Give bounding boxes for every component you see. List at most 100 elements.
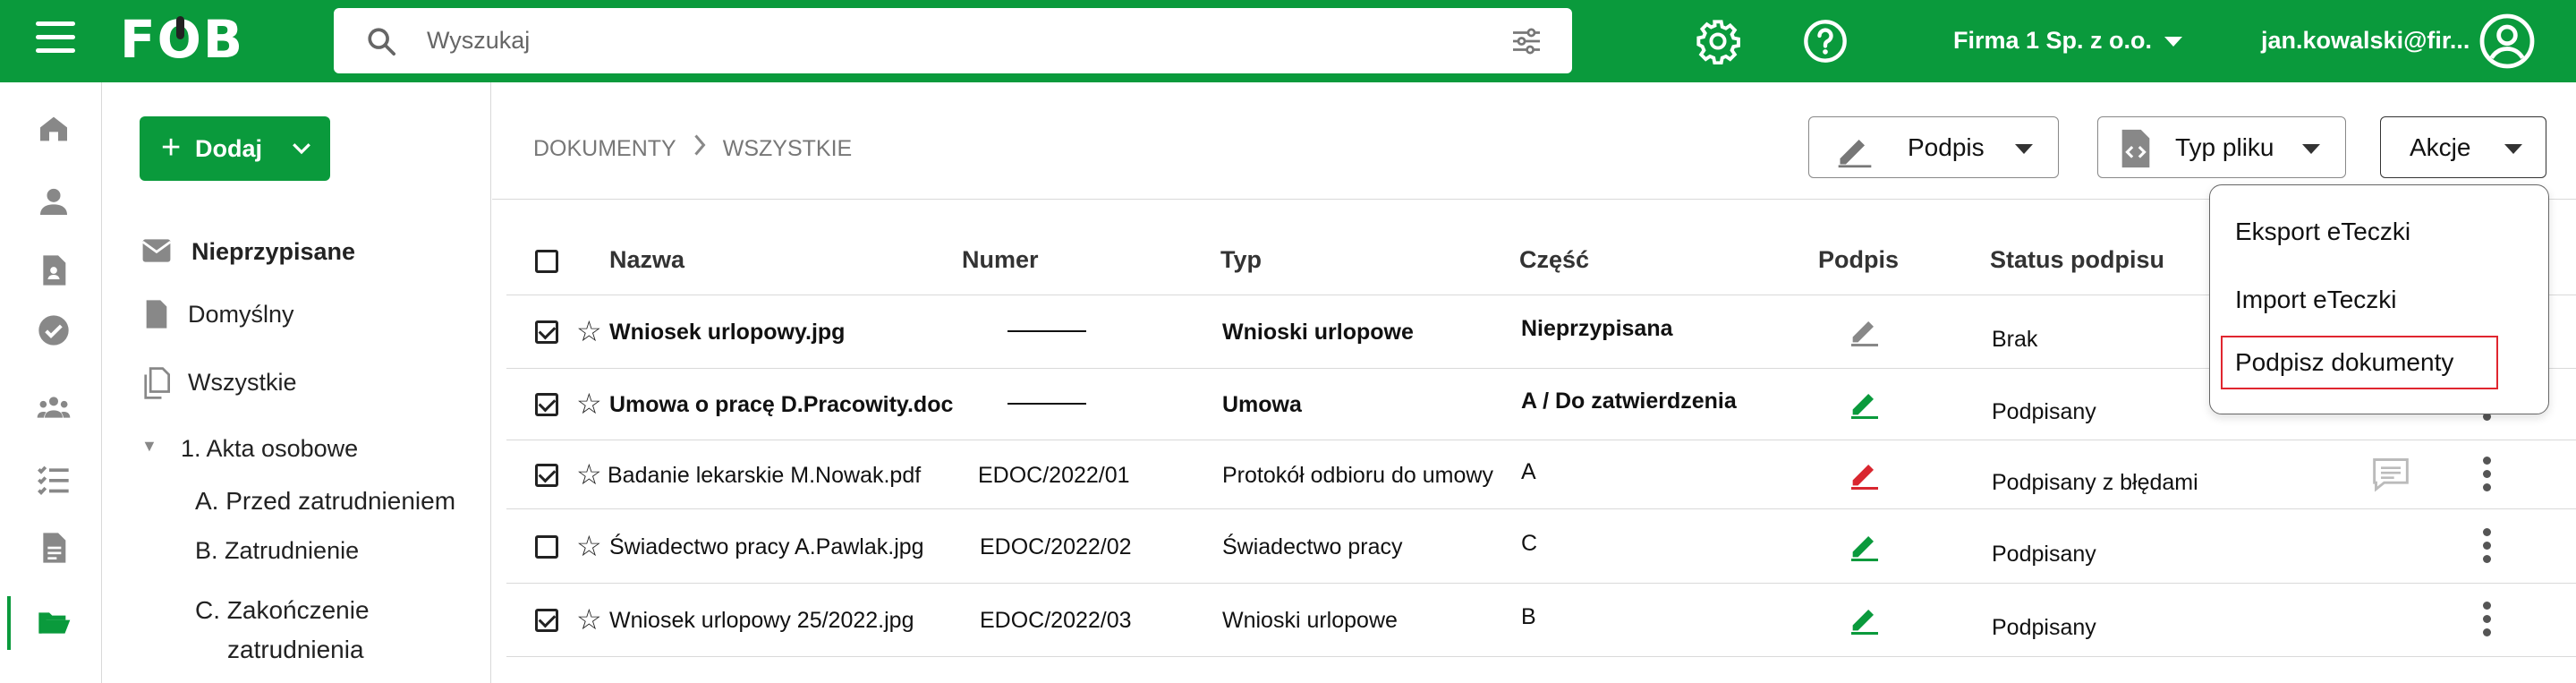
cell-name[interactable]: Badanie lekarskie M.Nowak.pdf bbox=[608, 463, 921, 489]
sidebar-item-unassigned[interactable]: Nieprzypisane bbox=[191, 238, 355, 266]
star-icon[interactable]: ☆ bbox=[576, 532, 602, 560]
check-circle-icon[interactable] bbox=[36, 312, 72, 348]
search-bar bbox=[334, 8, 1572, 73]
cell-name[interactable]: Świadectwo pracy A.Pawlak.jpg bbox=[609, 534, 924, 560]
id-document-icon[interactable] bbox=[36, 252, 72, 288]
add-button[interactable]: + Dodaj bbox=[140, 116, 330, 181]
actions-button[interactable]: Akcje bbox=[2380, 116, 2546, 178]
column-number[interactable]: Numer bbox=[962, 246, 1039, 274]
signature-pen-icon[interactable] bbox=[1847, 601, 1883, 636]
column-name[interactable]: Nazwa bbox=[609, 246, 684, 274]
breadcrumb-documents[interactable]: DOKUMENTY bbox=[533, 136, 676, 161]
sidebar-item-default[interactable]: Domyślny bbox=[188, 301, 294, 329]
add-button-label: Dodaj bbox=[195, 135, 263, 162]
company-selector[interactable]: Firma 1 Sp. z o.o. bbox=[1953, 27, 2183, 55]
sidebar-item-termination[interactable]: C. Zakończenie bbox=[195, 596, 370, 625]
search-icon[interactable] bbox=[366, 26, 396, 56]
row-checkbox[interactable] bbox=[535, 609, 558, 632]
menu-item-export-efile[interactable]: Eksport eTeczki bbox=[2230, 205, 2507, 259]
cell-type: Umowa bbox=[1222, 392, 1302, 417]
row-checkbox[interactable] bbox=[535, 320, 558, 344]
table-row[interactable]: ☆ Wniosek urlopowy 25/2022.jpg EDOC/2022/0… bbox=[506, 584, 2576, 657]
chevron-down-icon bbox=[2302, 144, 2320, 154]
empty-number-dash bbox=[1007, 403, 1086, 405]
sliders-icon[interactable] bbox=[1511, 28, 1542, 55]
gear-icon[interactable] bbox=[1695, 18, 1741, 64]
caret-down-icon[interactable]: ▼ bbox=[141, 437, 157, 456]
cell-name[interactable]: Wniosek urlopowy 25/2022.jpg bbox=[609, 608, 914, 634]
cell-name[interactable]: Wniosek urlopowy.jpg bbox=[609, 320, 845, 346]
signature-pen-icon[interactable] bbox=[1847, 312, 1883, 348]
sidebar-item-employment[interactable]: B. Zatrudnienie bbox=[195, 537, 359, 565]
menu-item-import-efile[interactable]: Import eTeczki bbox=[2230, 273, 2507, 327]
cell-signature-status: Podpisany bbox=[1992, 399, 2096, 424]
star-icon[interactable]: ☆ bbox=[576, 389, 602, 418]
folder-open-icon[interactable] bbox=[36, 605, 72, 641]
table-row[interactable]: ☆ Świadectwo pracy A.Pawlak.jpg EDOC/2022/… bbox=[506, 509, 2576, 584]
cell-part: B bbox=[1521, 604, 1536, 629]
chevron-down-icon bbox=[293, 143, 310, 155]
signature-pen-icon[interactable] bbox=[1847, 456, 1883, 491]
sidebar-item-termination-cont[interactable]: zatrudnienia bbox=[227, 636, 364, 664]
document-icon[interactable] bbox=[36, 530, 72, 566]
more-vert-icon[interactable] bbox=[2483, 528, 2494, 568]
cell-part: A bbox=[1521, 459, 1536, 484]
cell-number: EDOC/2022/02 bbox=[980, 534, 1132, 559]
breadcrumb: DOKUMENTY WSZYSTKIE bbox=[533, 134, 852, 162]
sidebar-item-before-employment[interactable]: A. Przed zatrudnieniem bbox=[195, 487, 455, 516]
home-icon[interactable] bbox=[36, 111, 72, 147]
pen-icon bbox=[1838, 140, 1872, 168]
signature-filter-button[interactable]: Podpis bbox=[1808, 116, 2059, 178]
column-signature[interactable]: Podpis bbox=[1818, 246, 1899, 274]
cell-signature-status: Brak bbox=[1992, 327, 2038, 352]
folder-sidebar: + Dodaj Nieprzypisane Domyślny Wszystkie… bbox=[102, 82, 491, 683]
group-icon[interactable] bbox=[36, 389, 72, 425]
actions-menu: Eksport eTeczki Import eTeczki Podpisz d… bbox=[2209, 184, 2549, 414]
table-row[interactable]: ☆ Badanie lekarskie M.Nowak.pdf EDOC/2022/… bbox=[506, 440, 2576, 509]
actions-button-label: Akcje bbox=[2410, 133, 2471, 161]
file-type-filter-label: Typ pliku bbox=[2175, 133, 2274, 161]
star-icon[interactable]: ☆ bbox=[576, 317, 602, 346]
sidebar-item-personal-files[interactable]: 1. Akta osobowe bbox=[181, 435, 358, 463]
envelope-icon bbox=[141, 239, 172, 262]
column-part[interactable]: Część bbox=[1519, 246, 1589, 274]
company-name: Firma 1 Sp. z o.o. bbox=[1953, 27, 2153, 54]
cell-signature-status: Podpisany bbox=[1992, 615, 2096, 640]
star-icon[interactable]: ☆ bbox=[576, 460, 602, 489]
logo-accent bbox=[176, 16, 184, 39]
user-name[interactable]: jan.kowalski@fir... bbox=[2261, 27, 2470, 55]
row-checkbox[interactable] bbox=[535, 393, 558, 416]
row-checkbox[interactable] bbox=[535, 535, 558, 559]
signature-pen-icon[interactable] bbox=[1847, 527, 1883, 563]
person-icon[interactable] bbox=[36, 184, 72, 219]
search-input[interactable] bbox=[427, 22, 1456, 58]
checklist-icon[interactable] bbox=[36, 462, 72, 498]
select-all-checkbox[interactable] bbox=[535, 250, 558, 273]
chevron-down-icon bbox=[2164, 37, 2183, 47]
more-vert-icon[interactable] bbox=[2483, 602, 2494, 642]
cell-type: Wnioski urlopowe bbox=[1222, 608, 1398, 633]
more-vert-icon[interactable] bbox=[2483, 457, 2494, 497]
menu-item-sign-documents[interactable]: Podpisz dokumenty bbox=[2221, 336, 2498, 389]
file-type-filter-button[interactable]: Typ pliku bbox=[2097, 116, 2346, 178]
cell-type: Świadectwo pracy bbox=[1222, 534, 1403, 559]
file-icon bbox=[146, 300, 167, 329]
sidebar-item-all[interactable]: Wszystkie bbox=[188, 369, 297, 397]
column-signature-status[interactable]: Status podpisu bbox=[1990, 246, 2164, 274]
breadcrumb-all[interactable]: WSZYSTKIE bbox=[723, 136, 852, 161]
cell-name[interactable]: Umowa o pracę D.Pracowity.doc bbox=[609, 392, 953, 418]
row-checkbox[interactable] bbox=[535, 464, 558, 487]
chevron-down-icon bbox=[2504, 144, 2522, 154]
code-file-icon bbox=[2121, 129, 2150, 168]
hamburger-icon[interactable] bbox=[36, 21, 75, 61]
icon-rail bbox=[0, 82, 102, 683]
top-bar: FOB Firma 1 Sp. z o.o. jan.kowalski@fir.… bbox=[0, 0, 2576, 82]
star-icon[interactable]: ☆ bbox=[576, 605, 602, 634]
chevron-down-icon bbox=[2015, 144, 2033, 154]
help-circle-icon[interactable] bbox=[1802, 18, 1849, 64]
user-circle-icon[interactable] bbox=[2478, 13, 2536, 70]
column-type[interactable]: Typ bbox=[1220, 246, 1262, 274]
signature-pen-icon[interactable] bbox=[1847, 385, 1883, 421]
cell-type: Protokół odbioru do umowy bbox=[1222, 463, 1493, 488]
comment-icon[interactable] bbox=[2371, 456, 2410, 493]
